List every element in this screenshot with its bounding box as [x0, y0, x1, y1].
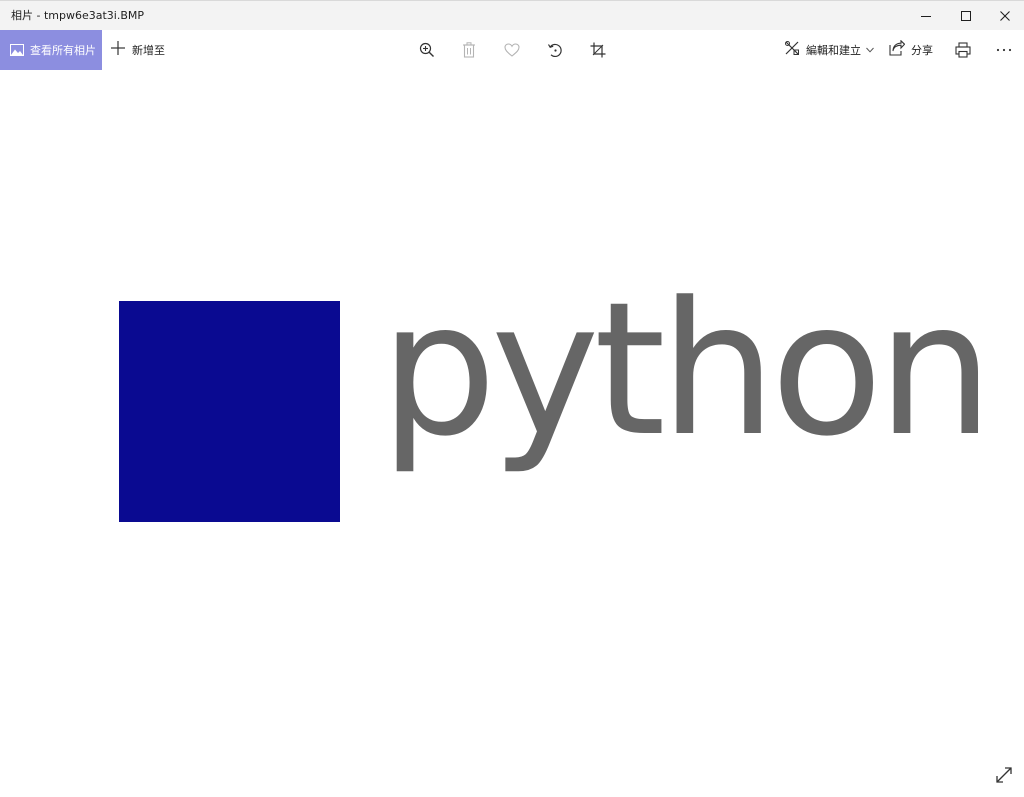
zoom-in-icon [419, 42, 435, 58]
view-all-photos-button[interactable]: 查看所有相片 [0, 30, 102, 70]
maximize-button[interactable] [946, 1, 986, 31]
python-word: python [380, 263, 994, 477]
print-icon [955, 42, 971, 58]
minimize-icon [920, 10, 932, 22]
delete-button[interactable] [458, 40, 480, 60]
fullscreen-icon [995, 766, 1013, 788]
share-label: 分享 [911, 44, 933, 57]
share-icon [889, 39, 906, 60]
trash-icon [462, 42, 476, 58]
plus-icon [110, 40, 126, 60]
minimize-button[interactable] [906, 1, 946, 31]
crop-button[interactable] [587, 40, 609, 60]
toolbar: 查看所有相片 新增至 編輯和建立 分享 [0, 30, 1024, 70]
edit-create-label: 編輯和建立 [806, 44, 861, 57]
edit-create-button[interactable]: 編輯和建立 [784, 30, 874, 70]
close-button[interactable] [985, 1, 1024, 31]
print-button[interactable] [952, 40, 974, 60]
crop-icon [590, 42, 606, 58]
edit-create-icon [784, 40, 800, 60]
image-canvas: python [0, 70, 1024, 797]
favorite-button[interactable] [501, 40, 523, 60]
view-all-photos-label: 查看所有相片 [30, 44, 96, 57]
photos-app-window: 相片 - tmpw6e3at3i.BMP 查看所有相片 新增至 編輯和建立 分享… [0, 0, 1024, 797]
fullscreen-button[interactable] [993, 766, 1015, 788]
photos-icon [10, 41, 24, 60]
more-icon [996, 48, 1012, 52]
add-to-button[interactable]: 新增至 [110, 30, 165, 70]
maximize-icon [960, 10, 972, 22]
rotate-button[interactable] [544, 40, 566, 60]
blue-square [119, 301, 340, 522]
zoom-button[interactable] [416, 40, 438, 60]
heart-icon [504, 43, 520, 57]
more-options-button[interactable] [993, 40, 1015, 60]
chevron-down-icon [866, 47, 874, 53]
title-bar: 相片 - tmpw6e3at3i.BMP [0, 0, 1024, 30]
add-to-label: 新增至 [132, 44, 165, 57]
close-icon [999, 10, 1011, 22]
window-title: 相片 - tmpw6e3at3i.BMP [11, 9, 145, 22]
rotate-icon [547, 42, 563, 58]
share-button[interactable]: 分享 [889, 30, 933, 70]
